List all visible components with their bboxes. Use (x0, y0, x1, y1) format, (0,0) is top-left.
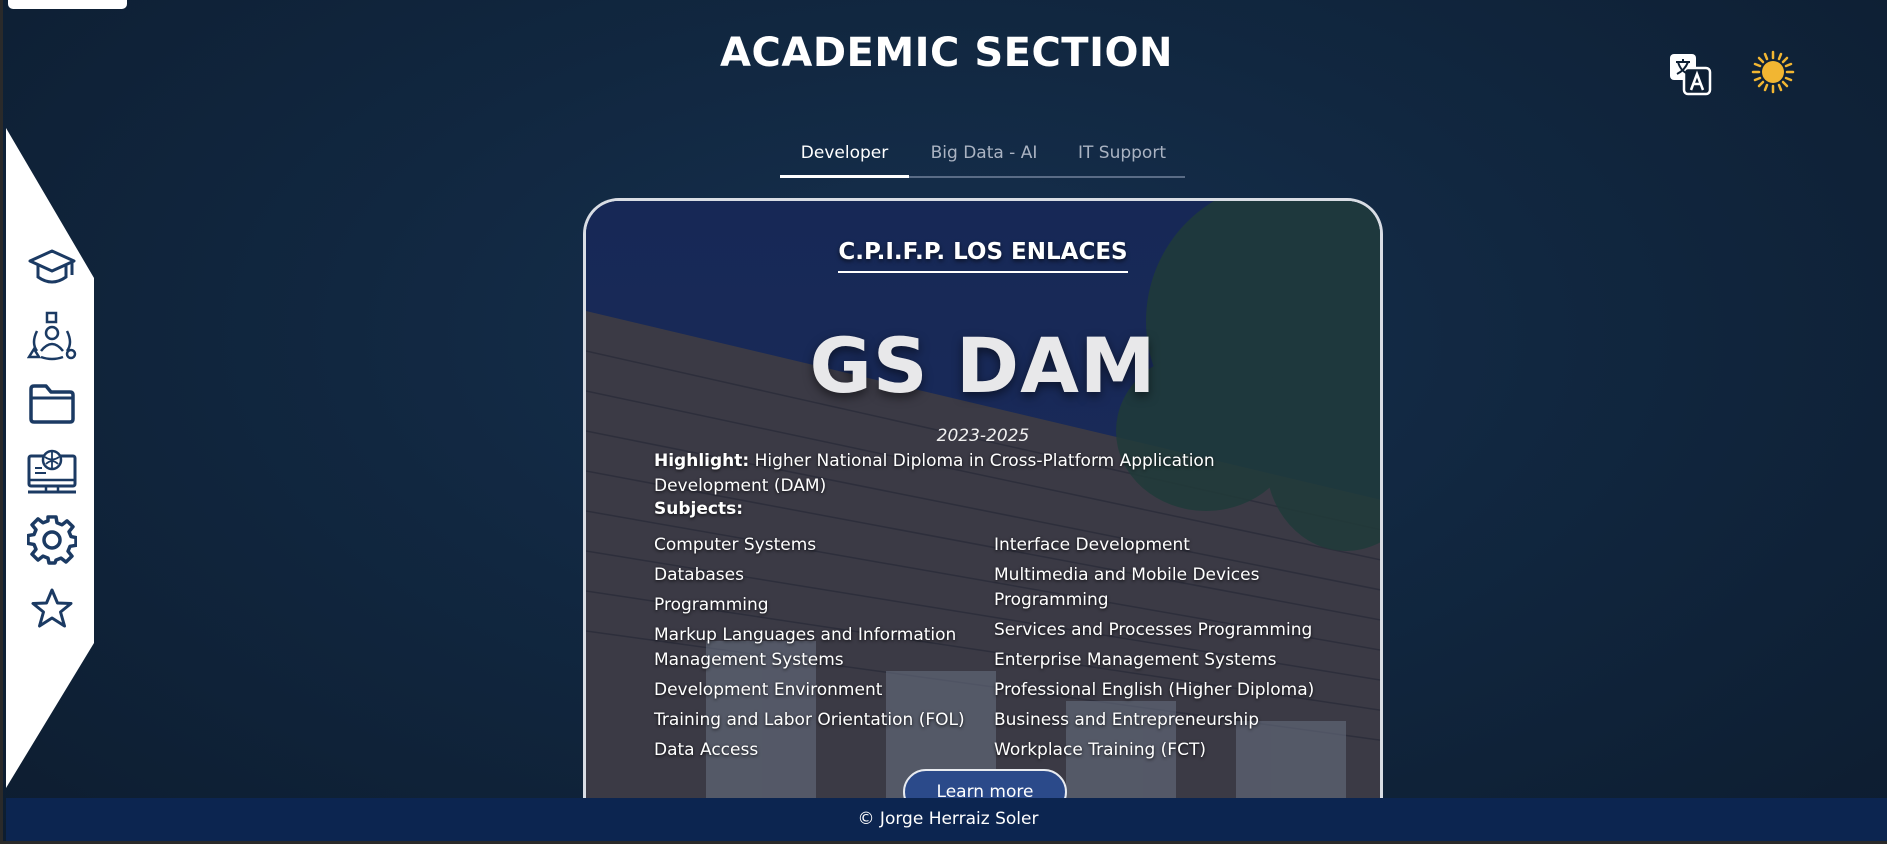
tab-developer[interactable]: Developer (780, 130, 909, 178)
school-name-text: C.P.I.F.P. LOS ENLACES (838, 239, 1128, 273)
school-name: C.P.I.F.P. LOS ENLACES (586, 239, 1380, 273)
graduation-cap-icon[interactable] (26, 242, 78, 294)
subject-item: Databases (654, 565, 744, 585)
subject-item: Programming (654, 595, 769, 615)
tab-bar: Developer Big Data - AI IT Support (780, 130, 1185, 178)
degree-card: C.P.I.F.P. LOS ENLACES GS DAM 2023-2025 … (583, 198, 1383, 838)
tab-big-data-ai[interactable]: Big Data - AI (909, 130, 1059, 176)
subject-item: Professional English (Higher Diploma) (994, 680, 1315, 700)
page: ACADEMIC SECTION Developer Big Data - AI… (0, 0, 1887, 844)
footer: © Jorge Herraiz Soler (6, 798, 1887, 841)
subjects-label: Subjects: (654, 499, 743, 519)
subjects-right-column: Interface Development Multimedia and Mob… (994, 533, 1334, 768)
computer-monitor-icon[interactable] (26, 446, 78, 498)
scroll-indicator[interactable] (8, 0, 127, 9)
subject-item: Interface Development (994, 535, 1190, 555)
translate-icon[interactable] (1668, 52, 1712, 96)
degree-years: 2023-2025 (936, 426, 1030, 446)
subject-item: Development Environment (654, 680, 883, 700)
degree-title: GS DAM (809, 321, 1157, 410)
subject-item: Multimedia and Mobile Devices Programmin… (994, 565, 1260, 610)
tab-it-support[interactable]: IT Support (1059, 130, 1185, 176)
subject-item: Data Access (654, 740, 759, 760)
sun-icon[interactable] (1751, 50, 1795, 94)
gear-icon[interactable] (26, 514, 78, 566)
sidebar (6, 128, 94, 788)
subject-item: Business and Entrepreneurship (994, 710, 1260, 730)
folder-icon[interactable] (26, 378, 78, 430)
highlight: Highlight: Higher National Diploma in Cr… (654, 449, 1314, 499)
team-network-icon[interactable] (26, 310, 78, 362)
highlight-label: Highlight: (654, 451, 750, 471)
subject-item: Workplace Training (FCT) (994, 740, 1206, 760)
star-icon[interactable] (26, 582, 78, 634)
subjects-list: Computer Systems Databases Programming M… (654, 533, 1334, 768)
subjects-left-column: Computer Systems Databases Programming M… (654, 533, 994, 768)
subject-item: Computer Systems (654, 535, 817, 555)
card-content: C.P.I.F.P. LOS ENLACES GS DAM 2023-2025 … (586, 201, 1380, 838)
subject-item: Markup Languages and Information Managem… (654, 625, 957, 670)
subject-item: Enterprise Management Systems (994, 650, 1277, 670)
subject-item: Training and Labor Orientation (FOL) (654, 710, 965, 730)
page-title: ACADEMIC SECTION (720, 30, 1173, 76)
subject-item: Services and Processes Programming (994, 620, 1313, 640)
